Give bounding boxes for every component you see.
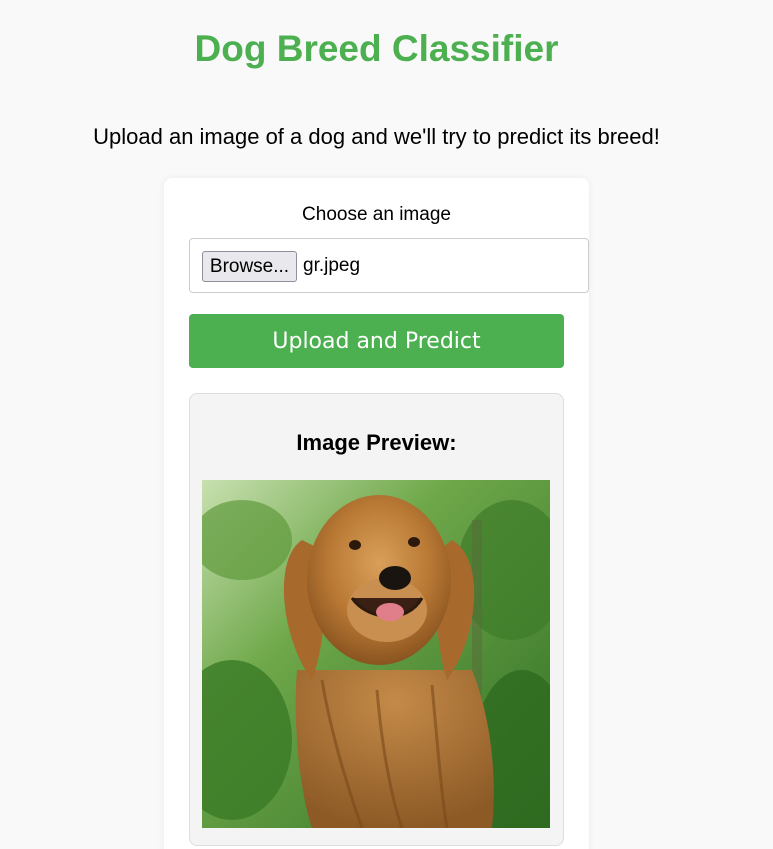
choose-image-label: Choose an image xyxy=(302,204,451,225)
upload-card: Choose an image Browse... gr.jpeg Upload… xyxy=(164,178,589,849)
image-preview-title: Image Preview: xyxy=(296,430,457,455)
image-preview-panel: Image Preview: xyxy=(189,393,564,846)
browse-button[interactable]: Browse... xyxy=(202,251,297,282)
page-subtitle: Upload an image of a dog and we'll try t… xyxy=(93,124,660,149)
dog-preview-image xyxy=(202,480,550,828)
file-input[interactable]: Browse... gr.jpeg xyxy=(189,238,589,293)
page: Dog Breed Classifier Upload an image of … xyxy=(0,0,773,849)
upload-and-predict-button[interactable]: Upload and Predict xyxy=(189,314,564,368)
selected-file-name: gr.jpeg xyxy=(303,255,361,276)
page-title: Dog Breed Classifier xyxy=(194,28,559,69)
